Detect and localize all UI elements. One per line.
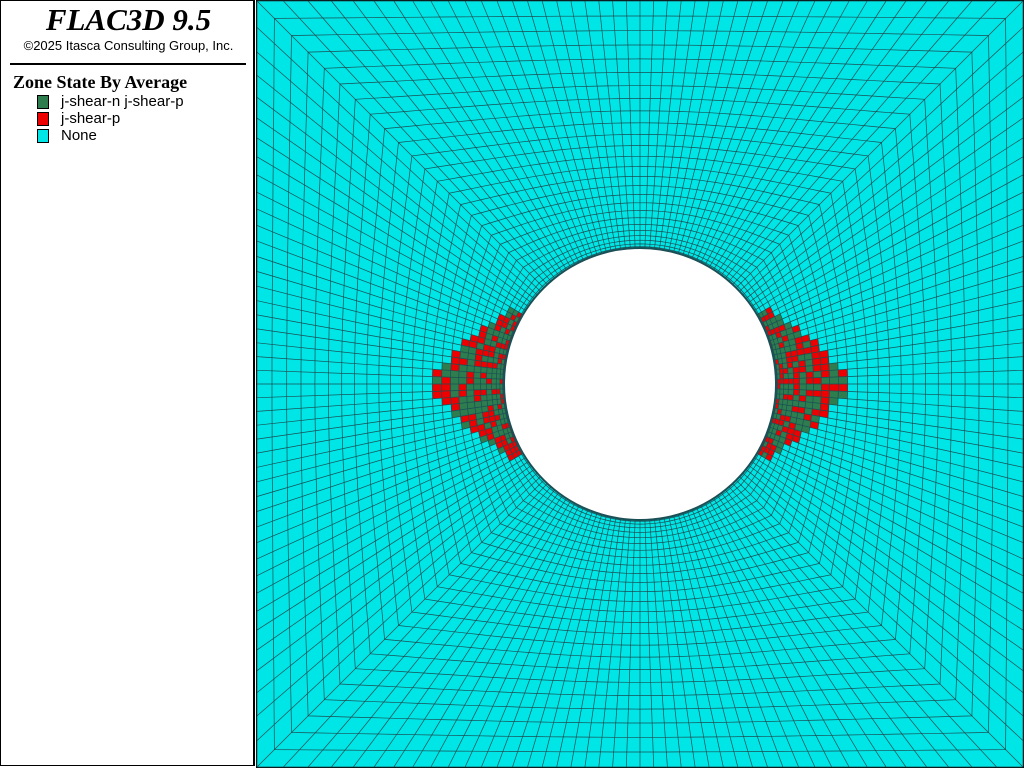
zone-yielded xyxy=(829,384,839,392)
copyright-text: ©2025 Itasca Consulting Group, Inc. xyxy=(23,38,234,53)
zone-yielded xyxy=(496,384,500,390)
zone-yielded xyxy=(838,384,848,392)
zone-yielded xyxy=(783,378,789,384)
zone-yielded xyxy=(441,369,451,378)
zone-yielded xyxy=(806,371,814,379)
zone-yielded xyxy=(458,377,467,384)
zone-yielded xyxy=(788,378,794,384)
zone-yielded xyxy=(821,384,830,391)
zone-yielded xyxy=(450,390,459,398)
zone-yielded xyxy=(450,370,459,378)
zone-yielded xyxy=(813,384,822,391)
zone-yielded xyxy=(473,384,481,390)
zone-yielded xyxy=(486,384,492,390)
legend-panel: FLAC3D 9.5 ©2025 Itasca Consulting Group… xyxy=(0,0,255,766)
zone-yielded xyxy=(480,372,487,379)
zone-yielded xyxy=(799,384,807,390)
zone-yielded xyxy=(813,371,822,378)
zone-yielded xyxy=(821,377,830,384)
zone-yielded xyxy=(486,378,492,384)
zone-yielded xyxy=(432,384,442,392)
zone-yielded xyxy=(787,367,794,374)
zone-yielded xyxy=(486,394,493,401)
legend-item-label: j-shear-n j-shear-p xyxy=(61,93,184,110)
zone-yielded xyxy=(491,378,497,384)
zone-yielded xyxy=(466,371,474,379)
zone-yielded xyxy=(480,378,487,384)
zone-yielded xyxy=(799,378,807,384)
legend-item-label: None xyxy=(61,127,97,144)
zone-yielded xyxy=(799,389,807,396)
zone-yielded xyxy=(783,389,789,395)
zone-yielded xyxy=(480,389,487,396)
zone-yielded xyxy=(432,391,442,399)
zone-yielded xyxy=(787,394,794,401)
zone-yielded xyxy=(466,384,474,391)
zone-yielded xyxy=(813,390,822,397)
zone-yielded xyxy=(491,389,497,395)
zone-yielded xyxy=(821,370,830,378)
zone-yielded xyxy=(480,384,487,390)
zone-yielded xyxy=(441,384,451,392)
model-viewport[interactable] xyxy=(256,0,1024,768)
zone-yielded xyxy=(783,384,789,390)
zone-yielded xyxy=(788,389,794,395)
zone-yielded xyxy=(441,376,451,384)
zone-yielded xyxy=(838,369,848,377)
zone-yielded xyxy=(783,373,789,379)
zone-yielded xyxy=(780,384,784,390)
zone-yielded xyxy=(450,377,459,384)
zone-yielded xyxy=(491,373,497,379)
tunnel-opening xyxy=(503,247,777,521)
zone-mesh-plot[interactable] xyxy=(256,0,1024,768)
legend-swatch xyxy=(37,95,49,109)
zone-yielded xyxy=(821,390,830,398)
zone-yielded xyxy=(793,378,800,384)
zone-yielded xyxy=(793,384,800,390)
zone-yielded xyxy=(432,369,442,377)
legend-divider xyxy=(10,63,246,65)
zone-yielded xyxy=(458,384,467,391)
zone-yielded xyxy=(829,390,839,399)
app-title: FLAC3D 9.5 xyxy=(45,2,212,37)
zone-yielded xyxy=(788,384,794,390)
zone-yielded xyxy=(473,372,481,379)
zone-yielded xyxy=(450,384,459,391)
zone-yielded xyxy=(793,372,800,379)
zone-yielded xyxy=(838,391,848,399)
zone-yielded xyxy=(473,389,481,396)
zone-yielded xyxy=(466,389,474,397)
zone-yielded xyxy=(806,377,814,384)
zone-yielded xyxy=(486,367,493,374)
zone-yielded xyxy=(829,369,839,378)
zone-yielded xyxy=(806,384,814,391)
legend-swatch xyxy=(37,129,49,143)
zone-yielded xyxy=(486,373,492,379)
zone-yielded xyxy=(829,376,839,384)
zone-yielded xyxy=(813,377,822,384)
zone-yielded xyxy=(496,378,500,384)
zone-yielded xyxy=(793,389,800,396)
zone-yielded xyxy=(838,376,848,384)
zone-yielded xyxy=(491,384,497,390)
legend-item-label: j-shear-p xyxy=(61,110,121,127)
zone-yielded xyxy=(486,389,492,395)
legend-swatch xyxy=(37,112,49,126)
zone-yielded xyxy=(441,390,451,399)
legend-title: Zone State By Average xyxy=(13,72,188,92)
zone-yielded xyxy=(780,378,784,384)
zone-yielded xyxy=(473,378,481,384)
zone-yielded xyxy=(458,390,467,397)
zone-yielded xyxy=(799,372,807,379)
zone-yielded xyxy=(432,376,442,384)
zone-yielded xyxy=(806,389,814,397)
zone-yielded xyxy=(466,377,474,384)
zone-yielded xyxy=(788,373,794,379)
zone-yielded xyxy=(458,371,467,378)
